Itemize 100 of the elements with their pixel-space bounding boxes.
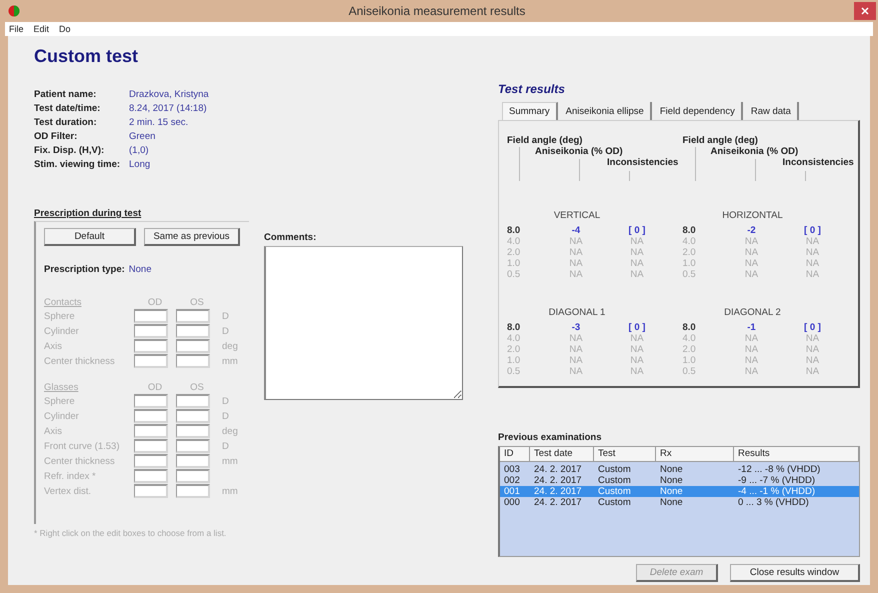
table-cell-text: NA	[804, 236, 820, 247]
table-cell-text: -4	[570, 225, 582, 236]
unit-label: mm	[221, 356, 239, 366]
table-cell-text: 4.0	[507, 236, 522, 247]
column-header: Aniseikonia (% OD)	[534, 146, 624, 157]
table-cell-text: NA	[568, 258, 584, 269]
column-header[interactable]: Test	[594, 447, 656, 461]
table-cell-text: NA	[568, 366, 584, 377]
table-cell-text: [ 0 ]	[803, 322, 822, 333]
table-cell-text: 1.0	[682, 258, 697, 269]
column-header: Field angle (deg)	[682, 135, 759, 146]
table-cell-text: 1.0	[507, 258, 522, 269]
menu-item[interactable]: File	[9, 24, 24, 34]
table-cell-text: 2.0	[682, 247, 697, 258]
table-cell-text: NA	[568, 247, 584, 258]
table-cell-text: NA	[744, 366, 760, 377]
table-cell-text: NA	[804, 333, 820, 344]
row-label: Refr. index *	[44, 470, 97, 482]
unit-label: D	[221, 396, 230, 406]
table-cell-text: NA	[568, 333, 584, 344]
section-title: Test results	[498, 82, 566, 96]
field-label: OD Filter:	[34, 131, 78, 142]
table-cell-text: NA	[804, 366, 820, 377]
column-header: Aniseikonia (% OD)	[710, 146, 800, 157]
menu-item[interactable]: Do	[59, 24, 71, 34]
table-cell-text: 8.0	[507, 322, 522, 333]
app-icon	[8, 5, 20, 17]
table-cell-text: NA	[629, 269, 645, 280]
column-header[interactable]: Results	[734, 447, 859, 461]
table-row[interactable]: 002 24. 2. 2017 Custom None -9 ... -7 % (VHDD)	[500, 475, 859, 486]
field-value: Drazkova, Kristyna	[129, 89, 210, 100]
field-value: 2 min. 15 sec.	[129, 117, 190, 128]
same-as-previous-button[interactable]: Same as previous	[144, 228, 240, 246]
unit-label: deg	[221, 426, 239, 436]
table-cell-text: NA	[568, 269, 584, 280]
column-header: Inconsistencies	[782, 157, 855, 168]
field-value: None	[128, 264, 152, 275]
column-header[interactable]: Rx	[656, 447, 734, 461]
table-row[interactable]: 000 24. 2. 2017 Custom None 0 ... 3 % (VHDD)	[500, 497, 859, 508]
close-results-button[interactable]: Close results window	[730, 564, 860, 582]
table-cell-text: NA	[629, 333, 645, 344]
table-row[interactable]: 003 24. 2. 2017 Custom None -12 ... -8 % (VHDD)	[500, 464, 859, 475]
table-cell-text: 0.5	[682, 366, 697, 377]
table-cell-text: NA	[744, 247, 760, 258]
table-cell-text: 8.0	[682, 322, 697, 333]
table-cell-text: NA	[744, 258, 760, 269]
column-header: OD	[146, 297, 164, 308]
column-header: OS	[189, 382, 205, 393]
table-cell-text: NA	[744, 344, 760, 355]
field-label: Comments:	[264, 232, 318, 243]
table-cell-text: -1	[746, 322, 757, 333]
field-label: Test duration:	[34, 117, 98, 128]
table-cell-text: 0.5	[507, 269, 522, 280]
column-header[interactable]: Test date	[530, 447, 594, 461]
unit-label: D	[221, 410, 230, 422]
unit-label: D	[221, 326, 230, 336]
section-title: Previous examinations	[498, 432, 602, 443]
unit-label: mm	[221, 486, 239, 496]
window-title: Aniseikonia measurement results	[348, 4, 526, 18]
row-label: Cylinder	[44, 410, 80, 422]
tab[interactable]: Summary	[502, 102, 558, 120]
column-header: OS	[189, 297, 205, 308]
group-title: HORIZONTAL	[721, 210, 784, 221]
group-title: Glasses	[44, 382, 80, 393]
table-cell-text: 4.0	[682, 333, 697, 344]
table-cell-text: NA	[629, 236, 645, 247]
menu-item[interactable]: Edit	[34, 24, 50, 34]
column-header: Field angle (deg)	[507, 135, 584, 146]
table-cell-text: 4.0	[682, 236, 697, 247]
group-title: DIAGONAL 2	[723, 307, 782, 318]
unit-label: D	[221, 440, 230, 452]
table-cell-text: [ 0 ]	[803, 225, 822, 236]
row-label: Sphere	[44, 396, 76, 406]
table-cell-text: -3	[570, 322, 582, 333]
close-icon[interactable]	[854, 2, 876, 20]
column-header[interactable]: ID	[500, 447, 530, 461]
table-cell-text: 1.0	[507, 355, 522, 366]
group-title: DIAGONAL 1	[548, 307, 606, 318]
table-cell-text: 8.0	[507, 225, 522, 236]
table-cell-text: NA	[804, 269, 820, 280]
table-cell-text: NA	[744, 333, 760, 344]
footnote: * Right click on the edit boxes to choose from a list.	[34, 528, 228, 538]
comments-field[interactable]	[264, 246, 463, 400]
table-cell-text: NA	[568, 236, 584, 247]
row-label: Center thickness	[44, 456, 116, 466]
table-cell-text: NA	[629, 247, 645, 258]
table-cell-text: NA	[629, 355, 645, 366]
default-button[interactable]: Default	[44, 228, 136, 246]
group-title: Contacts	[44, 297, 82, 308]
row-label: Axis	[44, 426, 63, 436]
table-cell-text: 0.5	[682, 269, 697, 280]
unit-label: deg	[221, 340, 239, 352]
table-cell-text: 4.0	[507, 333, 522, 344]
column-header: Inconsistencies	[606, 157, 680, 168]
table-cell-text: [ 0 ]	[628, 322, 646, 333]
table-cell-text: NA	[804, 258, 820, 269]
field-value: Green	[129, 131, 156, 142]
row-label: Vertex dist.	[44, 486, 92, 496]
table-cell-text: NA	[804, 344, 820, 355]
unit-label: D	[221, 310, 230, 322]
